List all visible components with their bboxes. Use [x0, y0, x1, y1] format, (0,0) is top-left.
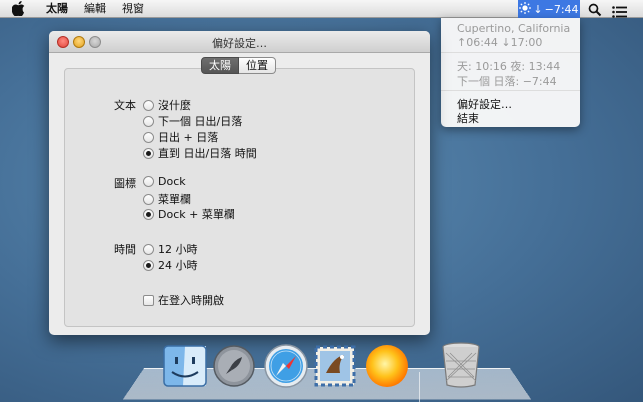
- time-option-24h[interactable]: 24 小時: [143, 257, 198, 273]
- time-label: 時間: [114, 243, 136, 256]
- apple-icon[interactable]: [12, 1, 28, 17]
- checkbox-label: 在登入時開啟: [158, 294, 224, 307]
- menu-edit[interactable]: 編輯: [84, 0, 106, 18]
- radio-button[interactable]: [143, 131, 154, 143]
- sunrise-sunset-times: ↑06:44 ↓17:00: [457, 36, 543, 49]
- radio-button-selected[interactable]: [143, 208, 154, 220]
- radio-label: 沒什麼: [158, 99, 191, 112]
- icon-label: 圖標: [114, 177, 136, 190]
- finder-icon[interactable]: [163, 345, 207, 391]
- radio-button[interactable]: [143, 99, 154, 111]
- sunset-arrow-icon: ↓: [533, 2, 543, 16]
- radio-label: Dock + 菜單欄: [158, 208, 235, 221]
- day-night-length: 天: 10:16 夜: 13:44: [457, 60, 561, 73]
- menu-separator: [441, 52, 580, 53]
- menu-app-name[interactable]: 太陽: [46, 0, 68, 18]
- icon-option-menubar[interactable]: 菜單欄: [143, 191, 191, 207]
- radio-button[interactable]: [143, 243, 154, 255]
- radio-button[interactable]: [143, 115, 154, 127]
- sun-app-icon[interactable]: [364, 343, 410, 393]
- preferences-window: 偏好設定… 太陽 位置 文本 沒什麼 下一個 日出/日落 日出 + 日落 直到 …: [49, 31, 430, 335]
- radio-label: 12 小時: [158, 243, 198, 256]
- quit-menu-item[interactable]: 結束: [457, 110, 479, 126]
- status-time: −7:44: [544, 2, 579, 16]
- radio-label: 直到 日出/日落 時間: [158, 147, 257, 160]
- safari-icon[interactable]: [263, 343, 309, 393]
- window-titlebar[interactable]: 偏好設定…: [49, 31, 430, 53]
- open-at-login-checkbox[interactable]: 在登入時開啟: [143, 292, 224, 308]
- text-option-rise-set[interactable]: 日出 + 日落: [143, 129, 218, 145]
- radio-label: 24 小時: [158, 259, 198, 272]
- menu-window[interactable]: 視窗: [122, 0, 144, 18]
- time-option-12h[interactable]: 12 小時: [143, 241, 198, 257]
- radio-button[interactable]: [143, 193, 154, 205]
- location-label: Cupertino, California: [457, 22, 571, 35]
- launchpad-icon[interactable]: [212, 344, 256, 392]
- radio-label: 日出 + 日落: [158, 131, 219, 144]
- icon-option-both[interactable]: Dock + 菜單欄: [143, 206, 235, 222]
- icon-option-dock[interactable]: Dock: [143, 175, 186, 188]
- text-option-next-event[interactable]: 下一個 日出/日落: [143, 113, 242, 129]
- next-event: 下一個 日落: −7:44: [457, 75, 557, 88]
- trash-icon[interactable]: [440, 341, 482, 393]
- radio-label: 菜單欄: [158, 193, 191, 206]
- tab-bar: 太陽 位置: [201, 57, 276, 74]
- notification-center-icon[interactable]: [612, 3, 628, 18]
- sun-icon: [519, 1, 532, 17]
- sun-status-item[interactable]: ↓ −7:44: [518, 0, 580, 18]
- text-option-time-until[interactable]: 直到 日出/日落 時間: [143, 145, 257, 161]
- text-label: 文本: [114, 99, 136, 112]
- radio-label: 下一個 日出/日落: [158, 115, 243, 128]
- radio-button-selected[interactable]: [143, 259, 154, 271]
- menu-separator: [441, 90, 580, 91]
- tab-location[interactable]: 位置: [239, 57, 276, 74]
- text-option-none[interactable]: 沒什麼: [143, 97, 191, 113]
- mail-icon[interactable]: [314, 343, 356, 391]
- spotlight-search-icon[interactable]: [588, 2, 602, 17]
- checkbox-box[interactable]: [143, 294, 154, 306]
- window-title: 偏好設定…: [212, 37, 267, 50]
- radio-button-selected[interactable]: [143, 147, 154, 159]
- radio-label: Dock: [158, 175, 186, 188]
- radio-button[interactable]: [143, 176, 154, 187]
- dock-separator: [419, 372, 420, 402]
- tab-sun[interactable]: 太陽: [201, 57, 239, 74]
- sun-status-menu: Cupertino, California ↑06:44 ↓17:00 天: 1…: [441, 18, 580, 127]
